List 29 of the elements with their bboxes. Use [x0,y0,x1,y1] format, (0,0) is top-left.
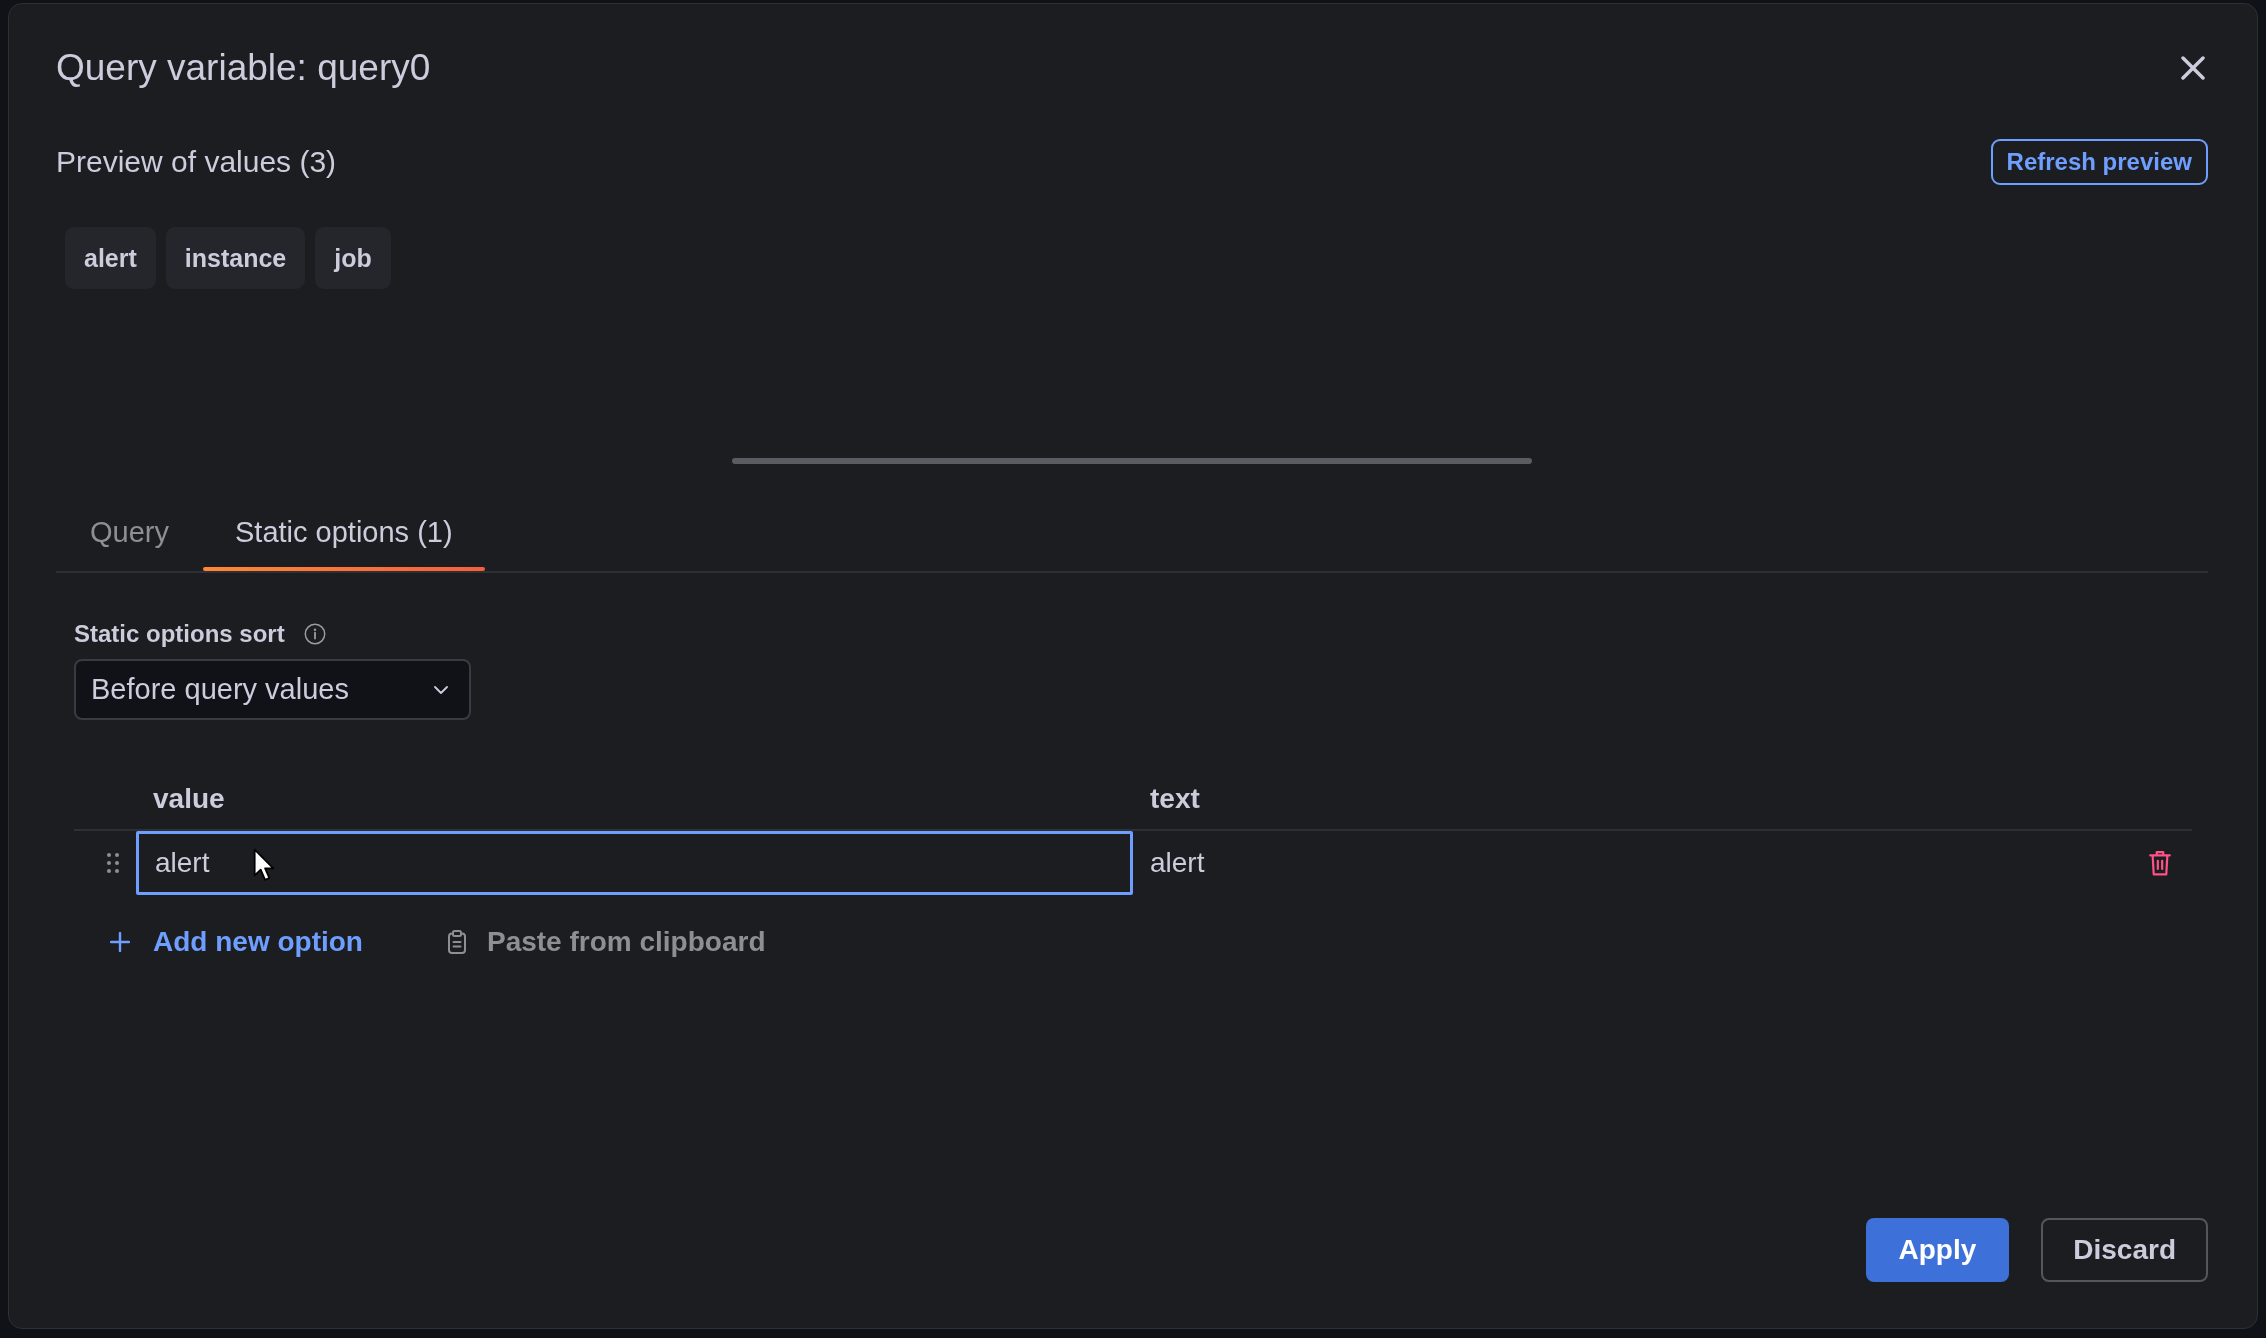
clipboard-icon [447,930,466,954]
value-chip: job [315,227,391,289]
column-header: text [1149,782,1200,816]
close-icon [2181,56,2205,80]
trash-icon [2149,850,2171,876]
discard-button[interactable]: Discard [2041,1218,2208,1282]
value-chip: instance [165,227,306,289]
delete-button[interactable] [2149,850,2171,876]
mouse-pointer-icon [253,848,275,882]
resize-handle[interactable] [732,458,1532,464]
dialog-title: Query variable: query0 [56,46,431,90]
chevron-down-icon [434,685,448,694]
info-icon[interactable] [303,623,326,645]
field-label: Static options sort [74,619,285,649]
preview-title: Preview of values (3) [56,144,337,180]
plus-icon [110,932,130,952]
paste-button[interactable]: Paste from clipboard [447,922,766,962]
value-chip: alert [65,227,156,289]
option-input[interactable]: alert [136,831,1133,895]
add-option-button[interactable]: Add new option [110,922,363,962]
refresh-preview-button[interactable]: Refresh preview [1990,139,2208,185]
option-input[interactable]: alert [1133,831,2128,895]
close-button[interactable] [2178,53,2208,83]
column-header: value [152,782,225,816]
drag-handle-icon[interactable] [107,853,119,873]
apply-button[interactable]: Apply [1865,1218,2010,1282]
tab[interactable]: Query [58,507,201,571]
tab[interactable]: Static options (1) [203,507,485,571]
sort-select[interactable]: Before query values [74,659,471,720]
